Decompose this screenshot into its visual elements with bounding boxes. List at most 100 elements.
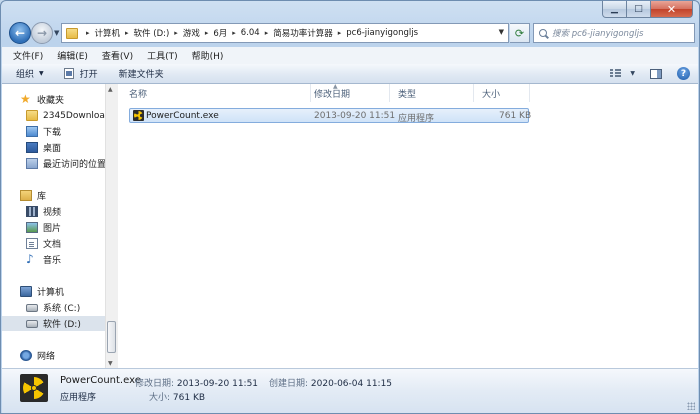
- nav-libraries-label: 库: [37, 192, 47, 202]
- address-history-dropdown-icon[interactable]: ▼: [499, 28, 504, 36]
- nav-videos[interactable]: 视频: [26, 204, 61, 219]
- breadcrumb-separator-icon[interactable]: ▸: [174, 29, 178, 37]
- change-view-icon[interactable]: [610, 69, 622, 78]
- new-folder-button[interactable]: 新建文件夹: [119, 67, 164, 80]
- desktop-icon: [26, 142, 38, 153]
- menu-tools[interactable]: 工具(T): [140, 49, 185, 62]
- explorer-window: ▁ □ ✕ ← → ▼ ▸ 计算机 ▸ 软件 (D:) ▸ 游戏 ▸ 6月 ▸ …: [0, 0, 700, 414]
- breadcrumb-june[interactable]: 6月: [213, 27, 227, 39]
- command-bar: 组织 ▼ 打开 新建文件夹 ▼ ?: [2, 64, 698, 84]
- column-header-name[interactable]: 名称: [121, 84, 311, 102]
- breadcrumb-separator-icon[interactable]: ▸: [265, 29, 269, 37]
- details-created-value: 2020-06-04 11:15: [310, 379, 393, 389]
- nav-libraries[interactable]: 库: [20, 188, 46, 203]
- folder-icon: [66, 27, 78, 39]
- nav-documents[interactable]: 文档: [26, 236, 61, 251]
- nav-downloads-label: 下载: [43, 128, 62, 138]
- recent-pages-dropdown-icon[interactable]: ▼: [54, 29, 59, 37]
- details-pane: PowerCount.exe 应用程序 修改日期: 2013-09-20 11:…: [2, 368, 698, 413]
- nav-computer[interactable]: 计算机: [20, 284, 64, 299]
- navigation-scrollbar[interactable]: ▲ ▼: [105, 84, 118, 370]
- nav-videos-label: 视频: [43, 208, 62, 218]
- close-button[interactable]: ✕: [651, 1, 693, 18]
- drive-icon: [26, 319, 38, 328]
- nav-music[interactable]: ♪ 音乐: [26, 252, 61, 267]
- open-button[interactable]: 打开: [63, 67, 98, 80]
- video-icon: [26, 206, 38, 217]
- nav-downloads[interactable]: 下载: [26, 124, 61, 139]
- breadcrumb-computer[interactable]: 计算机: [95, 27, 121, 39]
- breadcrumb-separator-icon[interactable]: ▸: [338, 29, 342, 37]
- menu-help[interactable]: 帮助(H): [185, 49, 231, 62]
- pictures-icon: [26, 222, 38, 233]
- nav-network[interactable]: 网络: [20, 348, 55, 363]
- scroll-up-icon[interactable]: ▲: [108, 86, 113, 93]
- details-size: 大小: 761 KB: [149, 390, 205, 403]
- recent-places-icon: [26, 158, 38, 169]
- resize-grip-icon[interactable]: [687, 402, 695, 410]
- organize-label: 组织: [16, 70, 35, 80]
- column-size-label: 大小: [482, 89, 501, 100]
- menu-edit[interactable]: 编辑(E): [50, 49, 95, 62]
- forward-button[interactable]: →: [31, 22, 53, 44]
- menu-view[interactable]: 查看(V): [95, 49, 140, 62]
- nav-pictures[interactable]: 图片: [26, 220, 61, 235]
- details-modified: 修改日期: 2013-09-20 11:51: [135, 376, 258, 389]
- column-header-type[interactable]: 类型: [390, 84, 474, 102]
- window-controls: ▁ □ ✕: [602, 1, 693, 19]
- star-icon: ★: [20, 92, 31, 106]
- column-header-size[interactable]: 大小: [474, 84, 530, 102]
- column-name-label: 名称: [129, 89, 148, 100]
- navigation-bar: ← → ▼ ▸ 计算机 ▸ 软件 (D:) ▸ 游戏 ▸ 6月 ▸ 6.04 ▸…: [7, 22, 695, 46]
- menu-file[interactable]: 文件(F): [6, 49, 50, 62]
- breadcrumb-separator-icon[interactable]: ▸: [125, 29, 129, 37]
- breadcrumb-current-folder[interactable]: pc6-jianyigongljs: [346, 28, 418, 38]
- help-icon[interactable]: ?: [677, 67, 690, 80]
- scrollbar-thumb[interactable]: [107, 321, 116, 353]
- nav-recent-places[interactable]: 最近访问的位置: [26, 156, 105, 171]
- organize-button[interactable]: 组织 ▼: [16, 67, 44, 80]
- preview-pane-icon[interactable]: [650, 68, 662, 79]
- nav-drive-c-label: 系统 (C:): [43, 304, 81, 314]
- maximize-button[interactable]: □: [627, 1, 651, 18]
- toolbar-right: ▼ ?: [610, 67, 690, 80]
- open-icon: [63, 68, 74, 79]
- nav-drive-c[interactable]: 系统 (C:): [26, 300, 80, 315]
- file-name: PowerCount.exe: [146, 111, 219, 121]
- search-icon: [539, 28, 548, 38]
- breadcrumb-separator-icon[interactable]: ▸: [205, 29, 209, 37]
- breadcrumb-games[interactable]: 游戏: [183, 27, 200, 39]
- file-type: 应用程序: [398, 114, 435, 124]
- breadcrumb-power-calculator[interactable]: 简易功率计算器: [273, 27, 333, 39]
- column-type-label: 类型: [398, 89, 417, 100]
- nav-pictures-label: 图片: [43, 224, 62, 234]
- nav-computer-label: 计算机: [37, 288, 65, 298]
- breadcrumb-separator-icon[interactable]: ▸: [86, 29, 90, 37]
- search-box[interactable]: 搜索 pc6-jianyigongljs: [533, 23, 695, 43]
- scroll-down-icon[interactable]: ▼: [108, 360, 113, 367]
- details-file-type: 应用程序: [60, 393, 97, 403]
- column-header-modified[interactable]: 修改日期: [306, 84, 390, 102]
- breadcrumb-separator-icon[interactable]: ▸: [232, 29, 236, 37]
- breadcrumb-6-04[interactable]: 6.04: [241, 28, 260, 38]
- view-options-dropdown-icon[interactable]: ▼: [630, 70, 635, 77]
- refresh-button[interactable]: ⟳: [510, 23, 530, 43]
- nav-drive-d[interactable]: 软件 (D:): [2, 316, 105, 331]
- nav-desktop[interactable]: 桌面: [26, 140, 61, 155]
- breadcrumb-drive-d[interactable]: 软件 (D:): [134, 27, 170, 39]
- drive-icon: [26, 303, 38, 312]
- radiation-app-icon: [20, 374, 48, 402]
- minimize-button[interactable]: ▁: [602, 1, 627, 18]
- nav-documents-label: 文档: [43, 240, 62, 250]
- details-created: 创建日期: 2020-06-04 11:15: [269, 376, 392, 389]
- nav-drive-d-label: 软件 (D:): [43, 320, 81, 330]
- nav-desktop-label: 桌面: [43, 144, 62, 154]
- nav-2345downloads[interactable]: 2345Downloads: [26, 108, 105, 123]
- menu-bar: 文件(F) 编辑(E) 查看(V) 工具(T) 帮助(H): [2, 47, 698, 65]
- back-button[interactable]: ←: [9, 22, 31, 44]
- music-icon: ♪: [26, 252, 34, 266]
- file-row[interactable]: PowerCount.exe 2013-09-20 11:51 应用程序 761…: [129, 108, 531, 124]
- nav-favorites[interactable]: ★ 收藏夹: [20, 92, 64, 107]
- details-size-label: 大小:: [149, 393, 171, 403]
- address-bar[interactable]: ▸ 计算机 ▸ 软件 (D:) ▸ 游戏 ▸ 6月 ▸ 6.04 ▸ 简易功率计…: [61, 23, 509, 43]
